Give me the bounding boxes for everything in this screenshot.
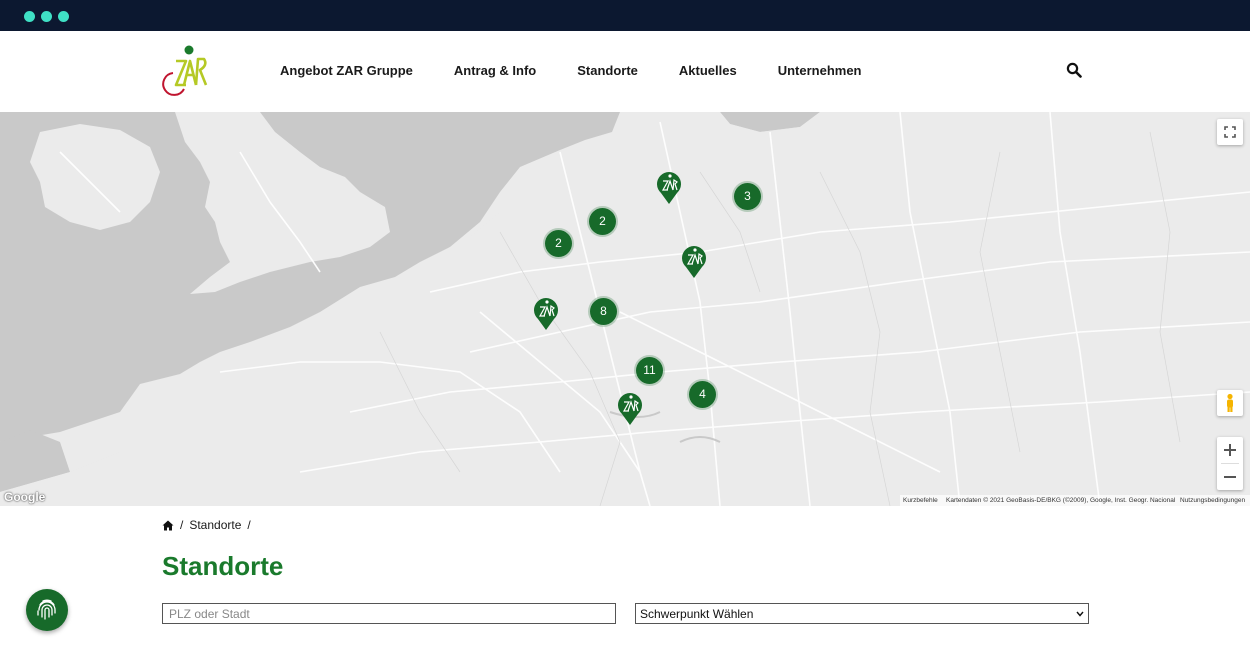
window-titlebar xyxy=(0,0,1250,31)
google-logo[interactable]: Google xyxy=(4,490,45,504)
home-icon[interactable] xyxy=(162,520,174,531)
breadcrumb-separator: / xyxy=(180,518,184,532)
main-nav: Angebot ZAR Gruppe Antrag & Info Standor… xyxy=(280,63,903,78)
window-dot[interactable] xyxy=(24,11,35,22)
map-data-attribution: Kartendaten © 2021 GeoBasis-DE/BKG (©200… xyxy=(946,497,1176,504)
nav-item-angebot[interactable]: Angebot ZAR Gruppe xyxy=(280,63,413,78)
focus-select-value: Schwerpunkt Wählen xyxy=(640,606,754,621)
site-header: Angebot ZAR Gruppe Antrag & Info Standor… xyxy=(0,31,1250,112)
map-cluster[interactable]: 4 xyxy=(689,381,716,408)
nav-item-antrag[interactable]: Antrag & Info xyxy=(454,63,536,78)
map-tiles xyxy=(0,112,1250,506)
nav-item-aktuelles[interactable]: Aktuelles xyxy=(679,63,737,78)
zoom-control xyxy=(1217,437,1243,490)
map-cluster[interactable]: 3 xyxy=(734,183,761,210)
location-marker-icon[interactable] xyxy=(617,392,643,426)
keyboard-shortcuts-link[interactable]: Kurzbefehle xyxy=(903,497,938,504)
breadcrumb-current[interactable]: Standorte xyxy=(189,518,241,532)
map-cluster[interactable]: 2 xyxy=(589,208,616,235)
terms-link[interactable]: Nutzungsbedingungen xyxy=(1180,497,1245,504)
location-search-input[interactable] xyxy=(162,603,616,624)
location-marker-icon[interactable] xyxy=(681,245,707,279)
search-icon[interactable] xyxy=(1066,62,1082,78)
street-view-button[interactable] xyxy=(1217,390,1243,416)
nav-item-unternehmen[interactable]: Unternehmen xyxy=(778,63,862,78)
map-cluster[interactable]: 11 xyxy=(636,357,663,384)
chevron-down-icon xyxy=(1076,611,1084,617)
zoom-out-icon[interactable] xyxy=(1217,464,1243,490)
window-dot[interactable] xyxy=(41,11,52,22)
nav-item-standorte[interactable]: Standorte xyxy=(577,63,638,78)
map-cluster[interactable]: 8 xyxy=(590,298,617,325)
zoom-in-icon[interactable] xyxy=(1217,437,1243,463)
zar-logo-icon[interactable] xyxy=(162,45,212,97)
location-marker-icon[interactable] xyxy=(533,297,559,331)
breadcrumb: / Standorte / xyxy=(162,518,257,532)
privacy-settings-button[interactable] xyxy=(26,589,68,631)
fingerprint-icon xyxy=(37,599,56,620)
window-dot[interactable] xyxy=(58,11,69,22)
location-marker-icon[interactable] xyxy=(656,171,682,205)
map-cluster[interactable]: 2 xyxy=(545,230,572,257)
focus-select[interactable]: Schwerpunkt Wählen xyxy=(635,603,1089,624)
fullscreen-button[interactable] xyxy=(1217,119,1243,145)
page-title: Standorte xyxy=(162,551,284,581)
breadcrumb-separator: / xyxy=(247,518,251,532)
fullscreen-icon xyxy=(1224,126,1236,138)
pegman-icon xyxy=(1227,393,1233,412)
locations-map[interactable]: 3 2 2 8 11 4 Google Kurzbefehle Kartenda… xyxy=(0,112,1250,506)
